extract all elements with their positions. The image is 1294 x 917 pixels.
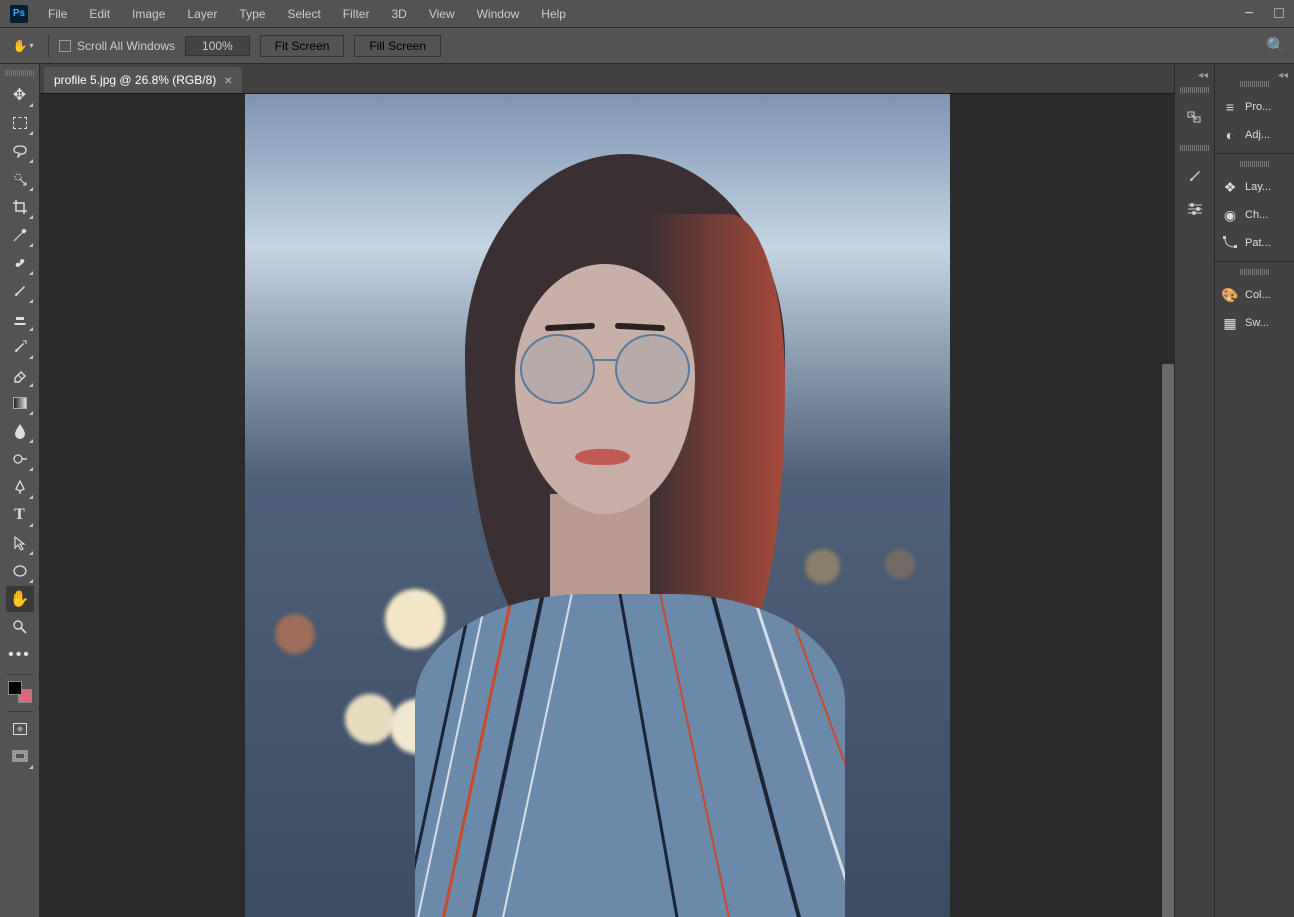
panel-grip[interactable] [1240, 161, 1270, 167]
tab-label: Pat... [1245, 237, 1271, 249]
tools-panel: ✥ T ✋ ••• [0, 64, 40, 917]
properties-panel-tab[interactable]: ≡ Pro... [1215, 93, 1294, 121]
shape-tool[interactable] [6, 558, 34, 584]
gradient-tool[interactable] [6, 390, 34, 416]
fill-screen-button[interactable]: Fill Screen [354, 35, 441, 57]
panel-grip[interactable] [1180, 87, 1210, 93]
canvas-image [245, 94, 950, 917]
edit-toolbar[interactable]: ••• [6, 642, 34, 668]
menu-type[interactable]: Type [229, 2, 275, 26]
quick-mask-mode[interactable] [6, 716, 34, 742]
window-controls: − □ [1234, 0, 1294, 28]
lasso-tool[interactable] [6, 138, 34, 164]
tab-label: Adj... [1245, 129, 1270, 141]
sliders-icon: ≡ [1221, 99, 1239, 115]
hand-tool-indicator[interactable]: ✋▾ [8, 39, 38, 53]
adjustments-panel-tab[interactable]: ◐ Adj... [1215, 121, 1294, 149]
layers-icon: ❖ [1221, 179, 1239, 196]
menu-image[interactable]: Image [122, 2, 175, 26]
tab-label: Sw... [1245, 317, 1269, 329]
type-tool[interactable]: T [6, 502, 34, 528]
menu-edit[interactable]: Edit [79, 2, 120, 26]
search-icon[interactable]: 🔍 [1266, 36, 1286, 56]
panel-grip[interactable] [1240, 269, 1270, 275]
panel-grip[interactable] [1240, 81, 1270, 87]
paths-panel-tab[interactable]: Pat... [1215, 229, 1294, 257]
dodge-tool[interactable] [6, 446, 34, 472]
menu-help[interactable]: Help [531, 2, 576, 26]
fit-screen-button[interactable]: Fit Screen [260, 35, 345, 57]
layers-panel-tab[interactable]: ❖ Lay... [1215, 173, 1294, 201]
brush-tool[interactable] [6, 278, 34, 304]
brush-settings-panel-icon[interactable] [1181, 195, 1209, 221]
eyedropper-tool[interactable] [6, 222, 34, 248]
menu-file[interactable]: File [38, 2, 77, 26]
quick-select-tool[interactable] [6, 166, 34, 192]
panel-grip[interactable] [5, 70, 35, 76]
menu-3d[interactable]: 3D [381, 2, 416, 26]
blur-tool[interactable] [6, 418, 34, 444]
brushes-panel-icon[interactable] [1181, 163, 1209, 189]
menu-view[interactable]: View [419, 2, 465, 26]
paths-icon [1221, 235, 1239, 252]
path-selection-tool[interactable] [6, 530, 34, 556]
minimize-icon[interactable]: − [1234, 0, 1264, 28]
hand-tool[interactable]: ✋ [6, 586, 34, 612]
document-tab-bar: profile 5.jpg @ 26.8% (RGB/8) × [40, 64, 1174, 94]
tab-label: Pro... [1245, 101, 1271, 113]
app-logo: Ps [10, 5, 28, 23]
color-panel-tab[interactable]: 🎨 Col... [1215, 281, 1294, 309]
maximize-icon[interactable]: □ [1264, 0, 1294, 28]
screen-mode[interactable] [6, 744, 34, 770]
palette-icon: 🎨 [1221, 287, 1239, 304]
scroll-all-label: Scroll All Windows [77, 39, 175, 53]
document-tab[interactable]: profile 5.jpg @ 26.8% (RGB/8) × [44, 67, 242, 93]
channels-panel-tab[interactable]: ◉ Ch... [1215, 201, 1294, 229]
zoom-field[interactable]: 100% [185, 36, 250, 56]
options-bar: ✋▾ Scroll All Windows 100% Fit Screen Fi… [0, 28, 1294, 64]
menu-window[interactable]: Window [467, 2, 530, 26]
move-tool[interactable]: ✥ [6, 82, 34, 108]
pen-tool[interactable] [6, 474, 34, 500]
foreground-background-swatch[interactable] [6, 679, 34, 705]
panel-grip[interactable] [1180, 145, 1210, 151]
main-menu: File Edit Image Layer Type Select Filter… [38, 2, 576, 26]
collapse-arrow-icon[interactable]: ◂◂ [1278, 70, 1294, 81]
eraser-tool[interactable] [6, 362, 34, 388]
crop-tool[interactable] [6, 194, 34, 220]
menu-bar: Ps File Edit Image Layer Type Select Fil… [0, 0, 1294, 28]
collapsed-panel-group-1: ◂◂ [1174, 64, 1214, 917]
document-tab-title: profile 5.jpg @ 26.8% (RGB/8) [54, 73, 216, 87]
healing-brush-tool[interactable] [6, 250, 34, 276]
menu-select[interactable]: Select [277, 2, 330, 26]
scroll-all-windows-option[interactable]: Scroll All Windows [59, 39, 175, 53]
tab-label: Col... [1245, 289, 1271, 301]
collapsed-panel-group-2: ◂◂ ≡ Pro... ◐ Adj... ❖ Lay... ◉ Ch... Pat...… [1214, 64, 1294, 917]
collapse-arrow-icon[interactable]: ◂◂ [1198, 70, 1214, 81]
swatches-panel-tab[interactable]: ▦ Sw... [1215, 309, 1294, 337]
history-brush-tool[interactable] [6, 334, 34, 360]
zoom-tool[interactable] [6, 614, 34, 640]
close-tab-icon[interactable]: × [224, 73, 232, 87]
clone-stamp-tool[interactable] [6, 306, 34, 332]
tab-label: Lay... [1245, 181, 1271, 193]
marquee-tool[interactable] [6, 110, 34, 136]
document-area: profile 5.jpg @ 26.8% (RGB/8) × [40, 64, 1174, 917]
canvas-viewport[interactable] [40, 94, 1174, 917]
menu-layer[interactable]: Layer [177, 2, 227, 26]
half-circle-icon: ◐ [1221, 127, 1239, 143]
canvas-scrollbar-vertical[interactable] [1162, 364, 1174, 917]
grid-icon: ▦ [1221, 315, 1239, 332]
history-panel-icon[interactable] [1181, 105, 1209, 131]
menu-filter[interactable]: Filter [333, 2, 380, 26]
channels-icon: ◉ [1221, 207, 1239, 224]
tab-label: Ch... [1245, 209, 1268, 221]
